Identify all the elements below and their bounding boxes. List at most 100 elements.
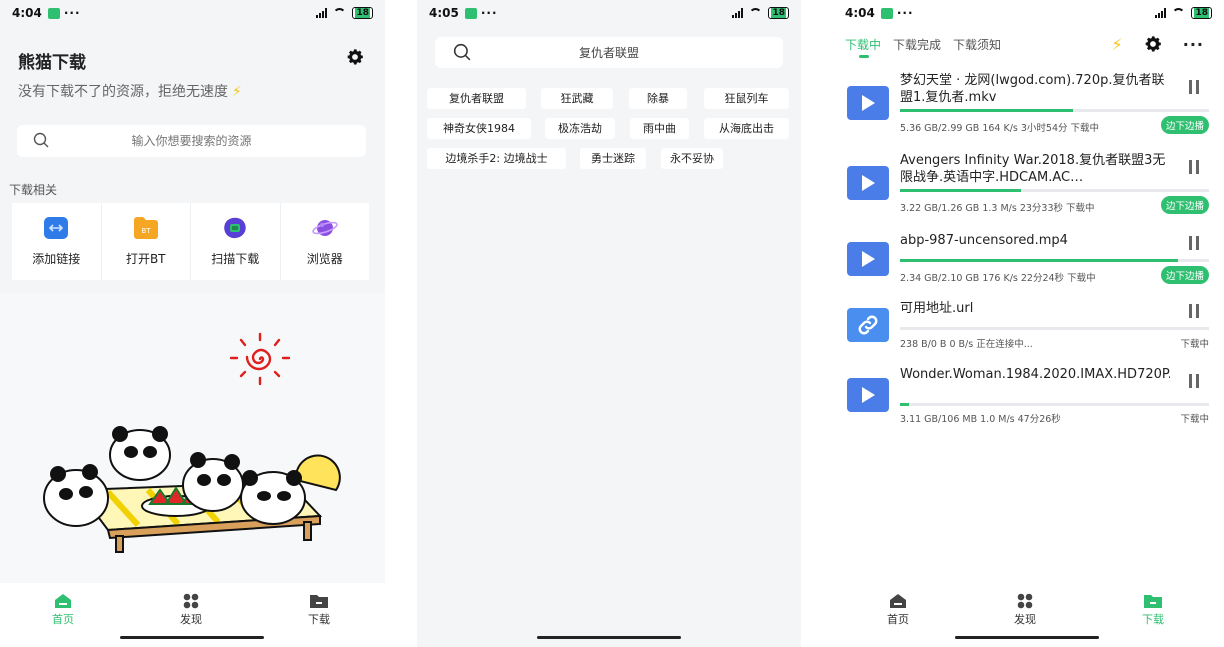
pandas-illustration bbox=[43, 426, 341, 553]
tool-label: 添加链接 bbox=[32, 252, 81, 266]
download-item[interactable]: 可用地址.url 238 B/0 B 0 B/s 正在连接中... 下载中 bbox=[847, 292, 1209, 362]
progress-bar bbox=[900, 403, 1209, 406]
app-notification-icon bbox=[47, 7, 60, 19]
settings-gear-icon[interactable] bbox=[345, 47, 365, 67]
nav-download[interactable]: 下载 bbox=[1123, 593, 1183, 627]
progress-bar bbox=[900, 327, 1209, 330]
download-tabs: 下载中 下载完成 下载须知 bbox=[845, 36, 1001, 58]
link-icon[interactable] bbox=[847, 308, 889, 342]
nav-label: 首页 bbox=[887, 613, 909, 626]
pause-icon[interactable] bbox=[1189, 160, 1201, 174]
nav-home[interactable]: 首页 bbox=[868, 593, 928, 627]
tab-notice[interactable]: 下载须知 bbox=[953, 36, 1001, 53]
download-item[interactable]: Avengers Infinity War.2018.复仇者联盟3无限战争.英语… bbox=[847, 152, 1209, 222]
home-icon bbox=[890, 594, 906, 608]
pause-icon[interactable] bbox=[1189, 304, 1201, 318]
search-input[interactable] bbox=[17, 134, 366, 148]
pause-icon[interactable] bbox=[1189, 80, 1201, 94]
battery-icon: 18 bbox=[1191, 7, 1212, 19]
folder-icon bbox=[310, 595, 328, 608]
lightning-icon: ⚡ bbox=[232, 84, 242, 100]
link-icon bbox=[44, 217, 69, 239]
play-while-download-button[interactable]: 边下边播 bbox=[1160, 116, 1209, 134]
download-item[interactable]: abp-987-uncensored.mp4 2.34 GB/2.10 GB 1… bbox=[847, 224, 1209, 294]
suggestion-tag[interactable]: 复仇者联盟 bbox=[427, 88, 526, 109]
download-status: 下载中 bbox=[1180, 414, 1209, 425]
play-while-download-button[interactable]: 边下边播 bbox=[1160, 266, 1209, 284]
suggestion-tag[interactable]: 除暴 bbox=[629, 88, 687, 109]
home-indicator bbox=[537, 636, 681, 639]
search-bar[interactable] bbox=[17, 125, 366, 157]
nav-label: 发现 bbox=[1014, 613, 1036, 626]
suggestion-tag[interactable]: 从海底出击 bbox=[704, 118, 789, 139]
play-while-download-button[interactable]: 边下边播 bbox=[1160, 196, 1209, 214]
grid-icon bbox=[183, 593, 199, 609]
status-time: 4:05 bbox=[429, 6, 459, 20]
add-link-button[interactable]: 添加链接 bbox=[12, 203, 102, 280]
status-bar: 4:04 ··· 18 bbox=[0, 0, 385, 26]
wifi-icon bbox=[749, 8, 763, 18]
suggestion-tag[interactable]: 狂武藏 bbox=[541, 88, 613, 109]
suggestion-tag[interactable]: 狂鼠列车 bbox=[704, 88, 789, 109]
file-meta: 3.11 GB/106 MB 1.0 M/s 47分26秒 bbox=[900, 414, 1061, 425]
nav-label: 下载 bbox=[1142, 613, 1164, 626]
pause-icon[interactable] bbox=[1189, 236, 1201, 250]
play-icon[interactable] bbox=[847, 378, 889, 412]
file-meta: 3.22 GB/1.26 GB 1.3 M/s 23分33秒 下载中 bbox=[900, 203, 1095, 214]
file-meta: 238 B/0 B 0 B/s 正在连接中... bbox=[900, 339, 1033, 350]
progress-bar bbox=[900, 109, 1209, 112]
search-input[interactable] bbox=[435, 45, 783, 60]
progress-bar bbox=[900, 259, 1209, 262]
more-menu-icon[interactable]: ··· bbox=[1183, 35, 1204, 54]
signal-icon bbox=[316, 8, 328, 18]
file-name: 梦幻天堂 · 龙网(lwgod.com).720p.复仇者联盟1.复仇者.mkv bbox=[900, 73, 1165, 105]
tool-label: 打开BT bbox=[125, 252, 166, 266]
pause-icon[interactable] bbox=[1189, 374, 1201, 388]
downloads-screen: 4:04 ··· 18 下载中 下载完成 下载须知 ⚡ ··· 梦幻天堂 · 龙… bbox=[833, 0, 1224, 647]
sun-icon bbox=[229, 332, 291, 386]
download-item[interactable]: 梦幻天堂 · 龙网(lwgod.com).720p.复仇者联盟1.复仇者.mkv… bbox=[847, 72, 1209, 142]
status-bar: 4:05 ··· 18 bbox=[417, 0, 801, 26]
app-slogan: 没有下载不了的资源，拒绝无速度 ⚡ bbox=[18, 84, 242, 100]
app-title: 熊猫下载 bbox=[18, 53, 86, 73]
tab-downloading[interactable]: 下载中 bbox=[845, 36, 881, 58]
scan-download-button[interactable]: 扫描下载 bbox=[191, 203, 281, 280]
app-notification-icon bbox=[464, 7, 477, 19]
play-icon[interactable] bbox=[847, 242, 889, 276]
signal-icon bbox=[1155, 8, 1167, 18]
suggestion-tag[interactable]: 边境杀手2: 边境战士 bbox=[427, 148, 566, 169]
file-name: abp-987-uncensored.mp4 bbox=[900, 233, 1068, 248]
search-icon bbox=[33, 132, 49, 148]
tab-completed[interactable]: 下载完成 bbox=[893, 36, 941, 53]
lightning-icon[interactable]: ⚡ bbox=[1112, 35, 1123, 54]
home-indicator bbox=[955, 636, 1099, 639]
download-item[interactable]: Wonder.Woman.1984.2020.IMAX.HD720P.X264.… bbox=[847, 366, 1209, 436]
browser-button[interactable]: 浏览器 bbox=[281, 203, 370, 280]
wifi-icon bbox=[1172, 8, 1186, 18]
nav-home[interactable]: 首页 bbox=[33, 593, 93, 627]
play-icon[interactable] bbox=[847, 86, 889, 120]
play-icon[interactable] bbox=[847, 166, 889, 200]
nav-download[interactable]: 下载 bbox=[289, 593, 349, 627]
search-bar[interactable] bbox=[435, 37, 783, 68]
suggestion-tag[interactable]: 勇士迷踪 bbox=[580, 148, 646, 169]
grid-icon bbox=[1017, 593, 1033, 609]
open-bt-button[interactable]: BT 打开BT bbox=[102, 203, 191, 280]
svg-text:BT: BT bbox=[141, 227, 151, 235]
status-time: 4:04 bbox=[12, 6, 42, 20]
tool-grid: 添加链接 BT 打开BT 扫描下载 浏览器 bbox=[12, 203, 369, 280]
suggestion-tag[interactable]: 极冻浩劫 bbox=[545, 118, 615, 139]
home-icon bbox=[55, 594, 71, 608]
search-icon bbox=[453, 43, 471, 61]
nav-label: 发现 bbox=[180, 613, 202, 626]
suggestion-tag[interactable]: 雨中曲 bbox=[630, 118, 689, 139]
status-dots: ··· bbox=[896, 6, 914, 20]
file-name: Avengers Infinity War.2018.复仇者联盟3无限战争.英语… bbox=[900, 153, 1166, 185]
suggestion-tag[interactable]: 神奇女侠1984 bbox=[427, 118, 531, 139]
scan-icon bbox=[224, 217, 246, 239]
suggestion-tag[interactable]: 永不妥协 bbox=[661, 148, 723, 169]
nav-discover[interactable]: 发现 bbox=[161, 593, 221, 627]
nav-discover[interactable]: 发现 bbox=[995, 593, 1055, 627]
settings-gear-icon[interactable] bbox=[1143, 34, 1163, 54]
search-screen: 4:05 ··· 18 复仇者联盟 狂武藏 除暴 狂鼠列车 神奇女侠1984 极… bbox=[417, 0, 801, 647]
